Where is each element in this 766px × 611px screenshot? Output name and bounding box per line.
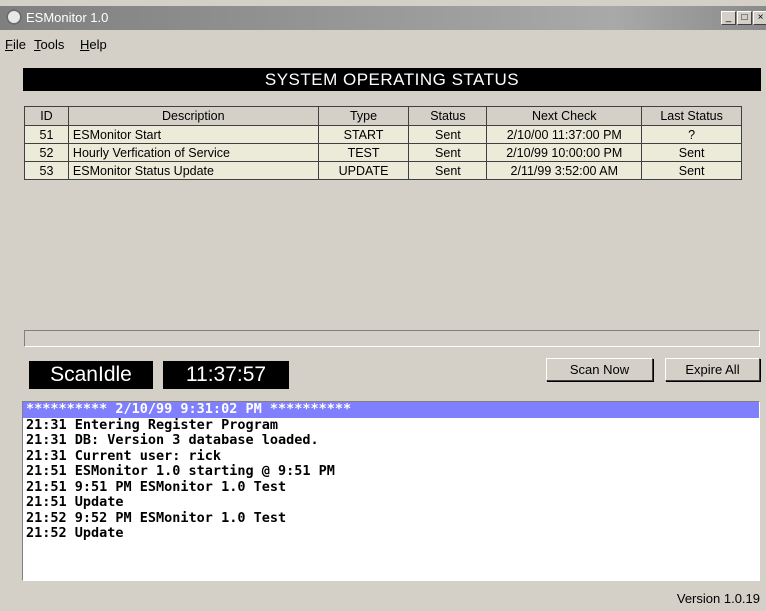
log-line[interactable]: 21:31 Entering Register Program [23, 417, 759, 434]
cell-status: Sent [408, 161, 488, 180]
cell-last-status: ? [641, 125, 742, 144]
maximize-button[interactable]: □ [737, 11, 752, 25]
log-line[interactable]: 21:51 Update [23, 494, 759, 511]
table-row[interactable]: 51 ESMonitor Start START Sent 2/10/00 11… [24, 125, 742, 144]
log-line[interactable]: ********** 2/10/99 9:31:02 PM ********** [23, 402, 759, 418]
table-header-row: ID Description Type Status Next Check La… [24, 106, 742, 126]
column-header-next-check[interactable]: Next Check [486, 106, 643, 126]
minimize-button[interactable]: _ [721, 11, 736, 25]
title-bar[interactable]: ESMonitor 1.0 _ □ × [0, 6, 766, 30]
cell-id: 51 [24, 125, 69, 144]
log-line[interactable]: 21:52 9:52 PM ESMonitor 1.0 Test [23, 510, 759, 527]
cell-id: 52 [24, 143, 69, 162]
app-icon[interactable] [6, 9, 22, 25]
menu-bar: File Tools Help [0, 35, 766, 55]
cell-description: ESMonitor Status Update [67, 161, 319, 180]
scan-state-display: ScanIdle [29, 361, 153, 389]
cell-type: TEST [317, 143, 410, 162]
clock-display: 11:37:57 [163, 361, 289, 389]
expire-all-button[interactable]: Expire All [665, 358, 760, 381]
window-title: ESMonitor 1.0 [26, 10, 109, 25]
progress-bar [24, 330, 760, 347]
main-window: ESMonitor 1.0 _ □ × File Tools Help SYST… [0, 0, 766, 611]
cell-last-status: Sent [641, 161, 742, 180]
cell-status: Sent [408, 125, 488, 144]
cell-description: Hourly Verfication of Service [67, 143, 319, 162]
close-button[interactable]: × [753, 11, 766, 25]
check-table[interactable]: ID Description Type Status Next Check La… [24, 106, 742, 180]
log-line[interactable]: 21:51 ESMonitor 1.0 starting @ 9:51 PM [23, 463, 759, 480]
menu-tools[interactable]: Tools [34, 37, 64, 52]
version-label: Version 1.0.19 [676, 591, 760, 606]
table-row[interactable]: 52 Hourly Verfication of Service TEST Se… [24, 143, 742, 162]
column-header-description[interactable]: Description [67, 106, 319, 126]
cell-last-status: Sent [641, 143, 742, 162]
menu-file[interactable]: File [5, 37, 26, 52]
log-line[interactable]: 21:31 DB: Version 3 database loaded. [23, 432, 759, 449]
log-listbox[interactable]: ********** 2/10/99 9:31:02 PM **********… [22, 401, 760, 581]
menu-help[interactable]: Help [80, 37, 107, 52]
column-header-type[interactable]: Type [317, 106, 410, 126]
cell-next-check: 2/10/00 11:37:00 PM [486, 125, 643, 144]
cell-status: Sent [408, 143, 488, 162]
cell-type: UPDATE [317, 161, 410, 180]
cell-next-check: 2/11/99 3:52:00 AM [486, 161, 643, 180]
column-header-status[interactable]: Status [408, 106, 488, 126]
scan-now-button[interactable]: Scan Now [546, 358, 653, 381]
table-row[interactable]: 53 ESMonitor Status Update UPDATE Sent 2… [24, 161, 742, 180]
log-line[interactable]: 21:51 9:51 PM ESMonitor 1.0 Test [23, 479, 759, 496]
cell-id: 53 [24, 161, 69, 180]
column-header-id[interactable]: ID [24, 106, 69, 126]
system-status-header: SYSTEM OPERATING STATUS [23, 68, 761, 91]
cell-next-check: 2/10/99 10:00:00 PM [486, 143, 643, 162]
cell-description: ESMonitor Start [67, 125, 319, 144]
column-header-last-status[interactable]: Last Status [641, 106, 742, 126]
log-line[interactable]: 21:31 Current user: rick [23, 448, 759, 465]
cell-type: START [317, 125, 410, 144]
log-line[interactable]: 21:52 Update [23, 525, 759, 542]
